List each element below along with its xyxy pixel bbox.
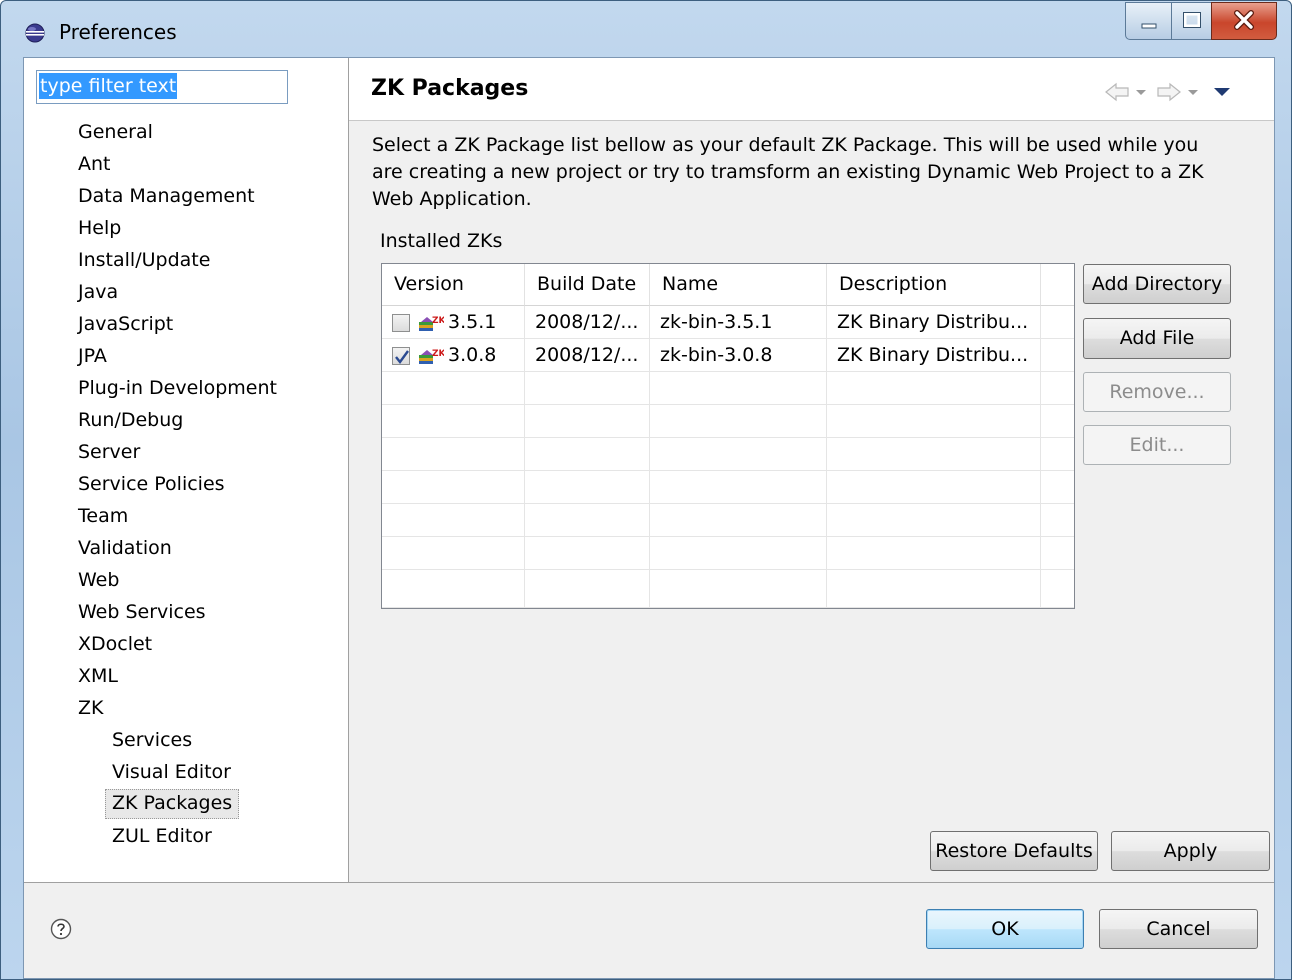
eclipse-icon — [25, 23, 45, 43]
preference-tree-pane: type filter text General Ant Data Manage… — [24, 58, 349, 882]
title-bar[interactable]: Preferences — [1, 1, 1291, 57]
close-icon — [1234, 10, 1254, 30]
tree-item-zk[interactable]: ZK — [72, 694, 109, 722]
filler-cell — [1041, 306, 1074, 339]
tree-item-plug-in-development[interactable]: Plug-in Development — [72, 374, 283, 402]
column-header-name[interactable]: Name — [650, 264, 827, 306]
apply-button[interactable]: Apply — [1111, 831, 1270, 871]
version-text: 3.5.1 — [448, 311, 497, 333]
tree-item-java[interactable]: Java — [72, 278, 124, 306]
tree-item-validation[interactable]: Validation — [72, 534, 178, 562]
checkmark-icon — [395, 349, 409, 364]
page-description: Select a ZK Package list bellow as your … — [372, 134, 1204, 210]
empty-row — [382, 405, 1074, 438]
preferences-window: Preferences type filter text General Ant… — [0, 0, 1292, 980]
filter-input[interactable]: type filter text — [36, 70, 288, 104]
view-menu-icon[interactable] — [1214, 88, 1230, 96]
button-bar-divider — [24, 882, 1274, 883]
tree-item-help[interactable]: Help — [72, 214, 127, 242]
back-arrow-icon[interactable] — [1105, 82, 1129, 102]
remove-button[interactable]: Remove... — [1083, 372, 1231, 412]
zk-package-icon: ZK — [419, 349, 444, 364]
filler-cell — [1041, 339, 1074, 372]
tree-item-data-management[interactable]: Data Management — [72, 182, 261, 210]
maximize-button[interactable] — [1171, 2, 1213, 40]
close-button[interactable] — [1211, 2, 1277, 40]
empty-row — [382, 570, 1074, 608]
installed-zks-table: Version Build Date Name Description ZK — [381, 263, 1075, 609]
table-row[interactable]: ZK 3.5.1 2008/12/... zk-bin-3.5.1 ZK Bin… — [382, 306, 1074, 339]
help-icon[interactable] — [50, 918, 72, 940]
tree-item-server[interactable]: Server — [72, 438, 146, 466]
empty-row — [382, 537, 1074, 570]
column-header-build-date[interactable]: Build Date — [525, 264, 650, 306]
tree-item-service-policies[interactable]: Service Policies — [72, 470, 231, 498]
tree-item-team[interactable]: Team — [72, 502, 134, 530]
cancel-button[interactable]: Cancel — [1099, 909, 1258, 949]
tree-item-visual-editor[interactable]: Visual Editor — [106, 758, 237, 786]
restore-defaults-button[interactable]: Restore Defaults — [930, 831, 1098, 871]
description-cell: ZK Binary Distribu... — [827, 339, 1041, 372]
minimize-icon — [1141, 23, 1157, 29]
table-row[interactable]: ZK 3.0.8 2008/12/... zk-bin-3.0.8 ZK Bin… — [382, 339, 1074, 372]
version-cell: ZK 3.0.8 — [382, 339, 525, 372]
dialog-client: type filter text General Ant Data Manage… — [23, 57, 1275, 979]
description-cell: ZK Binary Distribu... — [827, 306, 1041, 339]
edit-button[interactable]: Edit... — [1083, 425, 1231, 465]
tree-item-web-services[interactable]: Web Services — [72, 598, 212, 626]
name-cell: zk-bin-3.5.1 — [650, 306, 827, 339]
build-date-cell: 2008/12/... — [525, 339, 650, 372]
tree-item-zk-packages[interactable]: ZK Packages — [105, 789, 240, 819]
empty-row — [382, 471, 1074, 504]
page-navigation — [1105, 82, 1230, 102]
window-title: Preferences — [59, 20, 177, 44]
tree-item-run-debug[interactable]: Run/Debug — [72, 406, 189, 434]
forward-dropdown-icon[interactable] — [1188, 90, 1198, 95]
tree-item-xdoclet[interactable]: XDoclet — [72, 630, 158, 658]
row-checkbox[interactable] — [392, 313, 410, 332]
build-date-cell: 2008/12/... — [525, 306, 650, 339]
tree-item-ant[interactable]: Ant — [72, 150, 117, 178]
tree-item-services[interactable]: Services — [106, 726, 198, 754]
tree-item-install-update[interactable]: Install/Update — [72, 246, 216, 274]
tree-item-general[interactable]: General — [72, 118, 159, 146]
zk-package-icon: ZK — [419, 316, 444, 331]
column-header-description[interactable]: Description — [827, 264, 1041, 306]
maximize-icon — [1183, 12, 1201, 28]
ok-button[interactable]: OK — [926, 909, 1084, 949]
add-file-button[interactable]: Add File — [1083, 318, 1231, 359]
svg-text:ZK: ZK — [432, 316, 444, 326]
version-cell: ZK 3.5.1 — [382, 306, 525, 339]
forward-arrow-icon[interactable] — [1157, 82, 1181, 102]
tree-item-zul-editor[interactable]: ZUL Editor — [106, 822, 218, 850]
tree-item-jpa[interactable]: JPA — [72, 342, 113, 370]
name-cell: zk-bin-3.0.8 — [650, 339, 827, 372]
tree-item-web[interactable]: Web — [72, 566, 125, 594]
column-header-version[interactable]: Version — [382, 264, 525, 306]
preference-page: ZK Packages Select a ZK Package list bel… — [349, 58, 1274, 882]
empty-row — [382, 438, 1074, 471]
minimize-button[interactable] — [1125, 2, 1173, 40]
empty-row — [382, 372, 1074, 405]
installed-zks-label: Installed ZKs — [380, 230, 503, 252]
tree-item-javascript[interactable]: JavaScript — [72, 310, 179, 338]
svg-text:ZK: ZK — [432, 349, 444, 359]
row-checkbox-checked[interactable] — [392, 346, 410, 365]
page-title: ZK Packages — [371, 76, 529, 101]
empty-row — [382, 504, 1074, 537]
version-text: 3.0.8 — [448, 344, 497, 366]
tree-item-xml[interactable]: XML — [72, 662, 124, 690]
column-header-filler — [1041, 264, 1074, 306]
add-directory-button[interactable]: Add Directory — [1083, 264, 1231, 304]
filter-text: type filter text — [39, 73, 178, 99]
page-header: ZK Packages — [349, 58, 1274, 121]
back-dropdown-icon[interactable] — [1136, 90, 1146, 95]
